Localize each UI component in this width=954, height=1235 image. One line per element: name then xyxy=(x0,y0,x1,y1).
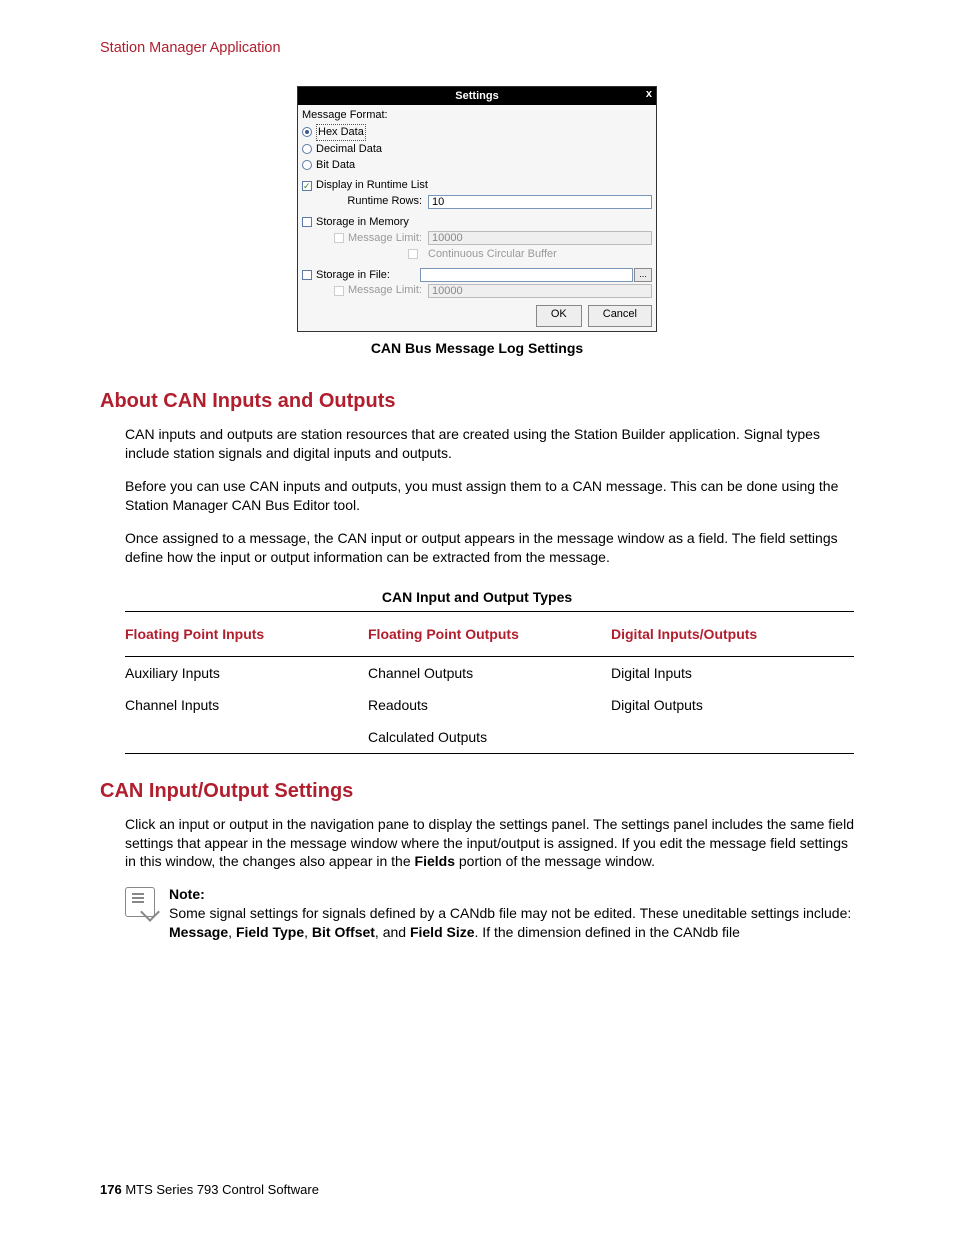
dialog-titlebar: Settings x xyxy=(298,87,656,105)
table-header-cell: Digital Inputs/Outputs xyxy=(611,626,854,642)
circular-buffer-label: Continuous Circular Buffer xyxy=(428,247,557,262)
file-message-limit-label: Message Limit: xyxy=(348,283,422,298)
table-cell xyxy=(611,729,854,745)
body-paragraph: Once assigned to a message, the CAN inpu… xyxy=(125,529,854,567)
close-icon[interactable]: x xyxy=(646,87,652,102)
figure-caption: CAN Bus Message Log Settings xyxy=(100,340,854,356)
file-message-limit-input xyxy=(428,284,652,298)
io-types-table: Floating Point Inputs Floating Point Out… xyxy=(125,611,854,754)
dialog-title: Settings xyxy=(455,89,498,104)
footer-text: MTS Series 793 Control Software xyxy=(122,1182,319,1197)
table-cell: Digital Outputs xyxy=(611,697,854,713)
storage-memory-label: Storage in Memory xyxy=(316,215,409,230)
cancel-button[interactable]: Cancel xyxy=(588,305,652,327)
table-cell: Channel Inputs xyxy=(125,697,368,713)
body-paragraph: CAN inputs and outputs are station resou… xyxy=(125,425,854,463)
memory-message-limit-checkbox xyxy=(334,233,344,243)
runtime-rows-label: Runtime Rows: xyxy=(302,194,428,209)
table-cell xyxy=(125,729,368,745)
ok-button[interactable]: OK xyxy=(536,305,582,327)
table-cell: Readouts xyxy=(368,697,611,713)
display-runtime-label: Display in Runtime List xyxy=(316,178,428,193)
section-heading-about: About CAN Inputs and Outputs xyxy=(100,390,854,413)
bit-data-label: Bit Data xyxy=(316,158,355,173)
runtime-rows-input[interactable] xyxy=(428,195,652,209)
display-runtime-checkbox[interactable] xyxy=(302,181,312,191)
note-icon xyxy=(125,887,155,917)
note-label: Note: xyxy=(169,885,854,904)
hex-data-radio[interactable] xyxy=(302,127,312,137)
body-paragraph: Before you can use CAN inputs and output… xyxy=(125,477,854,515)
settings-dialog: Settings x Message Format: Hex Data Deci… xyxy=(297,86,657,332)
table-header-cell: Floating Point Inputs xyxy=(125,626,368,642)
decimal-data-label: Decimal Data xyxy=(316,142,382,157)
circular-buffer-checkbox xyxy=(408,249,418,259)
storage-file-checkbox[interactable] xyxy=(302,270,312,280)
page-footer: 176 MTS Series 793 Control Software xyxy=(100,1182,319,1197)
memory-message-limit-input xyxy=(428,231,652,245)
table-cell: Calculated Outputs xyxy=(368,729,611,745)
table-cell: Channel Outputs xyxy=(368,665,611,681)
section-heading-settings: CAN Input/Output Settings xyxy=(100,780,854,803)
body-paragraph: Click an input or output in the navigati… xyxy=(125,815,854,872)
message-format-label: Message Format: xyxy=(302,108,422,123)
table-header-cell: Floating Point Outputs xyxy=(368,626,611,642)
browse-button[interactable]: ... xyxy=(634,268,652,282)
file-message-limit-checkbox xyxy=(334,286,344,296)
storage-file-label: Storage in File: xyxy=(316,268,396,283)
table-cell: Digital Inputs xyxy=(611,665,854,681)
storage-file-path-input[interactable] xyxy=(420,268,633,282)
page-number: 176 xyxy=(100,1182,122,1197)
decimal-data-radio[interactable] xyxy=(302,144,312,154)
memory-message-limit-label: Message Limit: xyxy=(348,231,422,246)
page-header: Station Manager Application xyxy=(100,40,854,56)
table-caption: CAN Input and Output Types xyxy=(100,589,854,605)
storage-memory-checkbox[interactable] xyxy=(302,217,312,227)
hex-data-label: Hex Data xyxy=(316,124,366,141)
note-text: Note: Some signal settings for signals d… xyxy=(169,885,854,942)
table-cell: Auxiliary Inputs xyxy=(125,665,368,681)
bit-data-radio[interactable] xyxy=(302,160,312,170)
